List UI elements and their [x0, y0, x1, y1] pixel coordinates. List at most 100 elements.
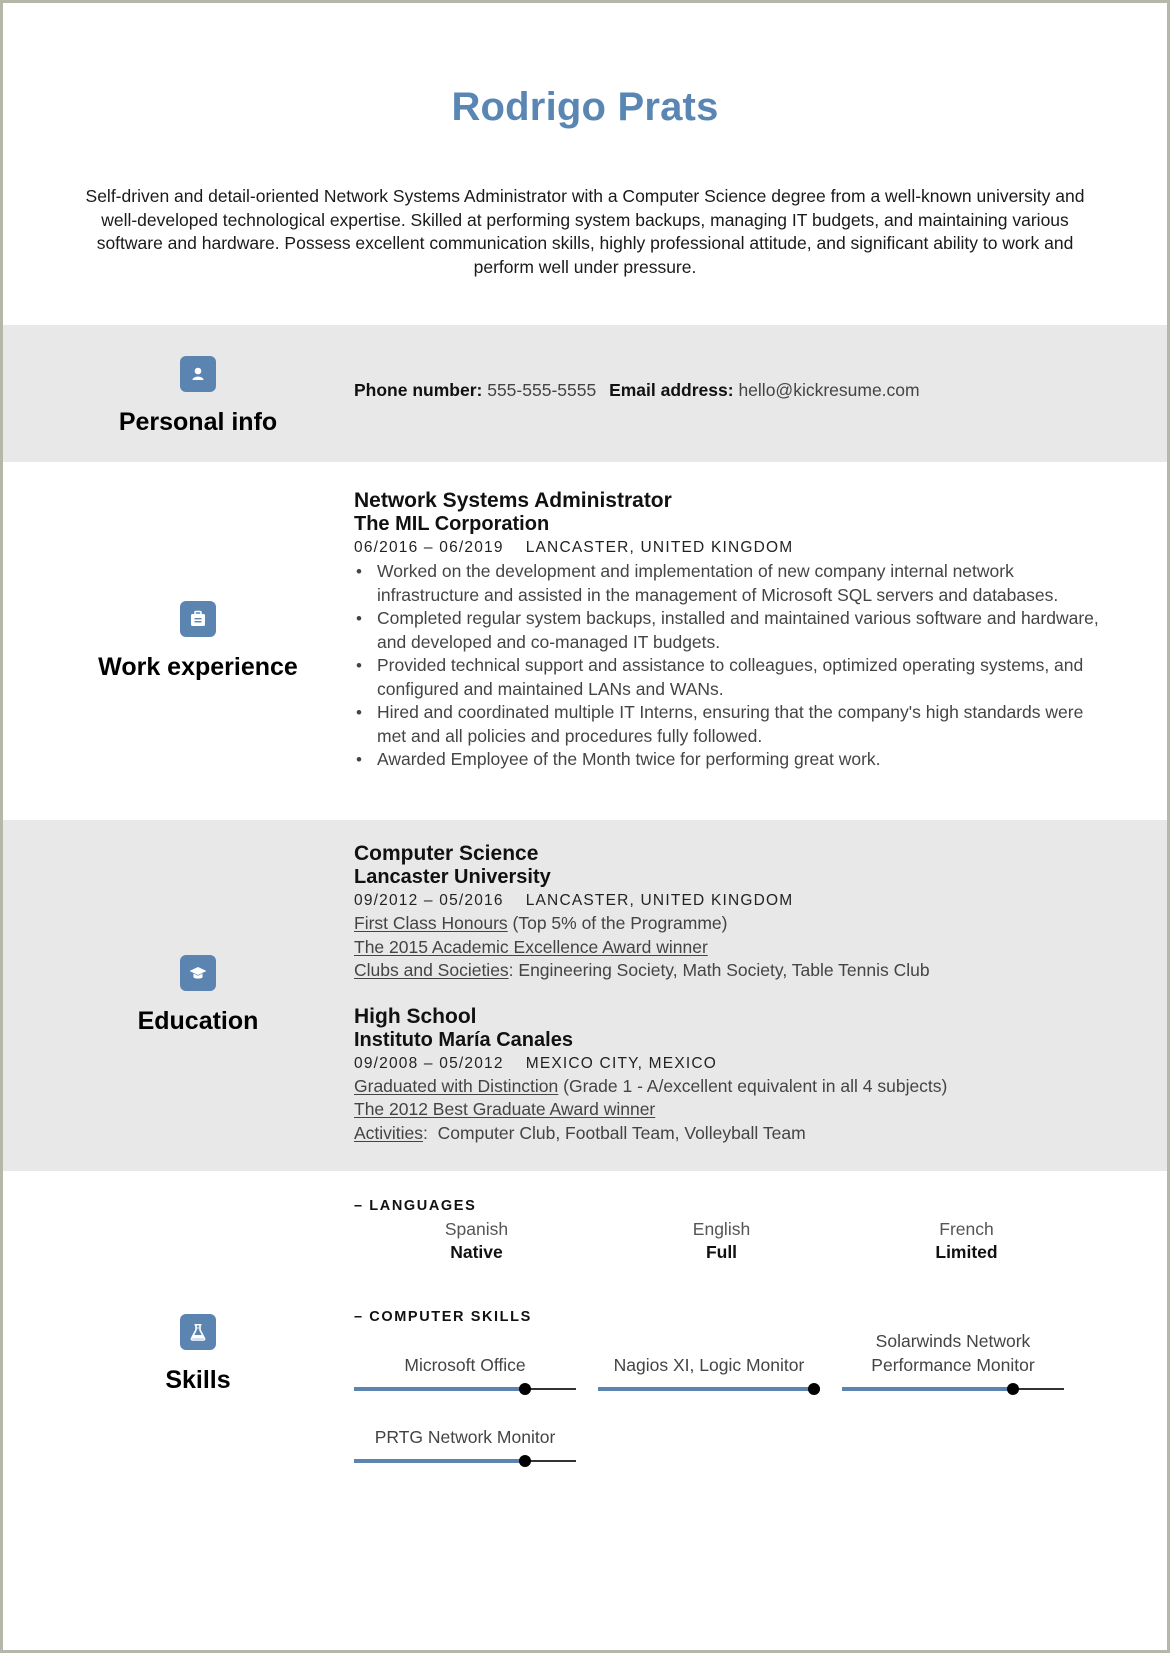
education-location: LANCASTER, UNITED KINGDOM: [525, 892, 794, 909]
section-title: Personal info: [118, 408, 278, 436]
section-label: Personal info: [3, 325, 393, 462]
skill-item: PRTG Network Monitor: [354, 1403, 576, 1475]
detail-text: (Grade 1 - A/excellent equivalent in all…: [558, 1075, 948, 1096]
education-entry: High School Instituto María Canales 09/2…: [354, 1005, 1107, 1146]
education-list: Computer Science Lancaster University 09…: [354, 842, 1107, 1145]
language-level: Full: [705, 1242, 738, 1262]
skill-name: PRTG Network Monitor: [374, 1426, 556, 1447]
education-meta: 09/2008 – 05/2012 MEXICO CITY, MEXICO: [354, 1053, 1107, 1075]
skill-name: Microsoft Office: [404, 1354, 526, 1375]
skill-item: Solarwinds Network Performance Monitor: [842, 1331, 1064, 1403]
degree: Computer Science: [354, 842, 539, 865]
detail-highlight: First Class Honours: [354, 913, 508, 933]
education-location: MEXICO CITY, MEXICO: [525, 1054, 718, 1072]
detail-highlight: Activities: [354, 1122, 424, 1143]
computer-skills-heading: – COMPUTER SKILLS: [354, 1309, 532, 1325]
list-item: Worked on the development and implementa…: [354, 560, 1107, 607]
section-title: Education: [137, 1007, 259, 1035]
list-item: Completed regular system backups, instal…: [354, 607, 1107, 654]
education-dates: 09/2012 – 05/2016: [354, 892, 504, 909]
detail-highlight: The 2015 Academic Excellence Award winne…: [354, 936, 708, 957]
company-name: The MIL Corporation: [354, 513, 550, 535]
job-dates: 06/2016 – 06/2019: [354, 539, 504, 556]
skill-level-marker: [808, 1383, 820, 1395]
skill-fill: [354, 1387, 525, 1391]
phone-label: Phone number:: [354, 380, 483, 400]
language-name: English: [692, 1219, 751, 1239]
skill-level-bar: [598, 1383, 820, 1395]
job-bullets: Worked on the development and implementa…: [354, 560, 1107, 772]
job-meta: 06/2016 – 06/2019 LANCASTER, UNITED KINGD…: [354, 537, 1107, 559]
skill-level-marker: [1006, 1383, 1019, 1395]
skill-level-bar: [842, 1383, 1064, 1395]
profile-summary: Self-driven and detail-oriented Network …: [85, 186, 1085, 277]
language-name: Spanish: [444, 1219, 509, 1239]
detail-highlight: Clubs and Societies: [354, 960, 509, 980]
education-detail: Activities: Computer Club, Football Team…: [354, 1122, 1107, 1146]
list-item: Provided technical support and assistanc…: [354, 654, 1107, 701]
education-detail: Graduated with Distinction (Grade 1 - A/…: [354, 1075, 1107, 1099]
section-title: Skills: [165, 1365, 231, 1394]
skill-level-bar: [354, 1455, 576, 1467]
resume-header: Rodrigo Prats Self-driven and detail-ori…: [3, 3, 1167, 325]
flask-icon: [180, 1313, 216, 1350]
contact-details: Phone number: 555-555-5555 Email address…: [354, 380, 1107, 401]
detail-highlight: Graduated with Distinction: [354, 1075, 559, 1096]
detail-text: : Computer Club, Football Team, Volleyba…: [423, 1122, 806, 1143]
section-education: Education Computer Science Lancaster Uni…: [3, 820, 1167, 1171]
section-personal-info: Personal info Phone number: 555-555-5555…: [3, 325, 1167, 462]
detail-highlight: The 2012 Best Graduate Award winner: [354, 1099, 656, 1119]
section-label: Education: [3, 820, 393, 1171]
candidate-name: Rodrigo Prats: [451, 85, 719, 129]
language-level: Native: [450, 1242, 503, 1262]
section-label: Skills: [3, 1171, 393, 1521]
list-item: Awarded Employee of the Month twice for …: [354, 748, 1107, 772]
school-name: Lancaster University: [354, 866, 551, 888]
computer-skills-list: Microsoft Office Nagios XI, Logic Monito…: [354, 1331, 1094, 1475]
skill-item: Nagios XI, Logic Monitor: [598, 1331, 820, 1403]
section-title: Work experience: [98, 652, 298, 681]
school-name: Instituto María Canales: [354, 1028, 573, 1051]
education-meta: 09/2012 – 05/2016 LANCASTER, UNITED KINGD…: [354, 890, 1107, 912]
job-entry: Network Systems Administrator The MIL Co…: [354, 489, 1107, 772]
skill-item: Microsoft Office: [354, 1331, 576, 1403]
graduation-cap-icon: [180, 955, 216, 991]
education-detail: Clubs and Societies: Engineering Society…: [354, 959, 1107, 983]
user-icon: [180, 356, 216, 392]
skill-fill: [598, 1387, 820, 1391]
list-item: Hired and coordinated multiple IT Intern…: [354, 701, 1107, 748]
skill-name: Nagios XI, Logic Monitor: [613, 1354, 805, 1375]
detail-text: : Engineering Society, Math Society, Tab…: [508, 960, 930, 980]
skill-level-marker: [518, 1383, 531, 1395]
skills-content: – LANGUAGES Spanish Native English Full …: [354, 1198, 1107, 1475]
language-item: French Limited: [844, 1218, 1089, 1264]
language-name: French: [939, 1219, 994, 1239]
skill-level-bar: [354, 1383, 576, 1395]
degree: High School: [354, 1004, 477, 1028]
language-item: Spanish Native: [354, 1218, 599, 1264]
section-work-experience: Work experience Network Systems Administ…: [3, 462, 1167, 820]
language-level: Limited: [935, 1242, 998, 1262]
skill-level-marker: [518, 1455, 531, 1467]
email-address[interactable]: hello@kickresume.com: [738, 380, 919, 400]
skill-fill: [842, 1387, 1013, 1391]
job-title: Network Systems Administrator: [354, 489, 672, 512]
section-skills: Skills – LANGUAGES Spanish Native Englis…: [3, 1171, 1167, 1521]
job-location: LANCASTER, UNITED KINGDOM: [525, 539, 794, 556]
briefcase-icon: [180, 600, 216, 637]
languages-heading: – LANGUAGES: [354, 1198, 477, 1214]
education-detail: First Class Honours (Top 5% of the Progr…: [354, 912, 1107, 936]
detail-text: (Top 5% of the Programme): [507, 913, 728, 933]
education-detail: The 2012 Best Graduate Award winner: [354, 1098, 1107, 1122]
email-label: Email address:: [609, 380, 734, 400]
section-label: Work experience: [3, 462, 393, 820]
skill-fill: [354, 1459, 525, 1463]
resume-page: Rodrigo Prats Self-driven and detail-ori…: [3, 3, 1167, 1650]
education-entry: Computer Science Lancaster University 09…: [354, 842, 1107, 983]
education-dates: 09/2008 – 05/2012: [354, 1054, 504, 1072]
languages-list: Spanish Native English Full French Limit…: [354, 1218, 1107, 1264]
phone-number[interactable]: 555-555-5555: [487, 380, 596, 400]
skill-name: Solarwinds Network Performance Monitor: [871, 1331, 1035, 1375]
language-item: English Full: [599, 1218, 844, 1264]
education-detail: The 2015 Academic Excellence Award winne…: [354, 936, 1107, 960]
